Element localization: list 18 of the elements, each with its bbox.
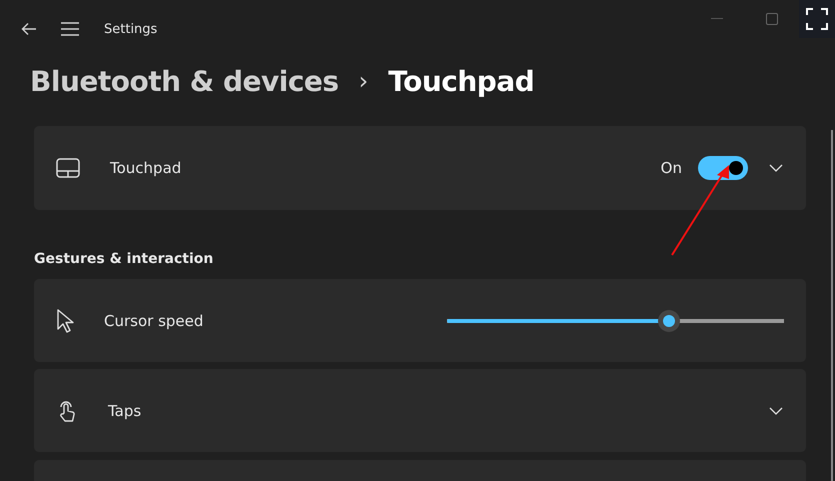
window-title: Settings <box>104 22 158 36</box>
page-title: Touchpad <box>388 64 534 98</box>
menu-button[interactable] <box>60 21 80 37</box>
minimize-icon <box>711 18 723 20</box>
toggle-switch[interactable] <box>698 156 748 180</box>
setting-label: Taps <box>108 402 142 420</box>
toggle-state: On <box>660 159 682 177</box>
cursor-icon <box>56 308 74 332</box>
touchpad-icon <box>56 158 80 178</box>
slider-thumb[interactable] <box>658 310 680 332</box>
maximize-icon <box>766 13 778 25</box>
fullscreen-icon <box>806 8 828 30</box>
breadcrumb-link[interactable]: Bluetooth & devices <box>30 64 339 98</box>
breadcrumb-separator: › <box>358 67 368 95</box>
setting-label: Cursor speed <box>104 312 204 330</box>
section-heading: Gestures & interaction <box>34 251 214 267</box>
setting-label: Touchpad <box>110 159 182 177</box>
fullscreen-button[interactable] <box>799 0 835 38</box>
